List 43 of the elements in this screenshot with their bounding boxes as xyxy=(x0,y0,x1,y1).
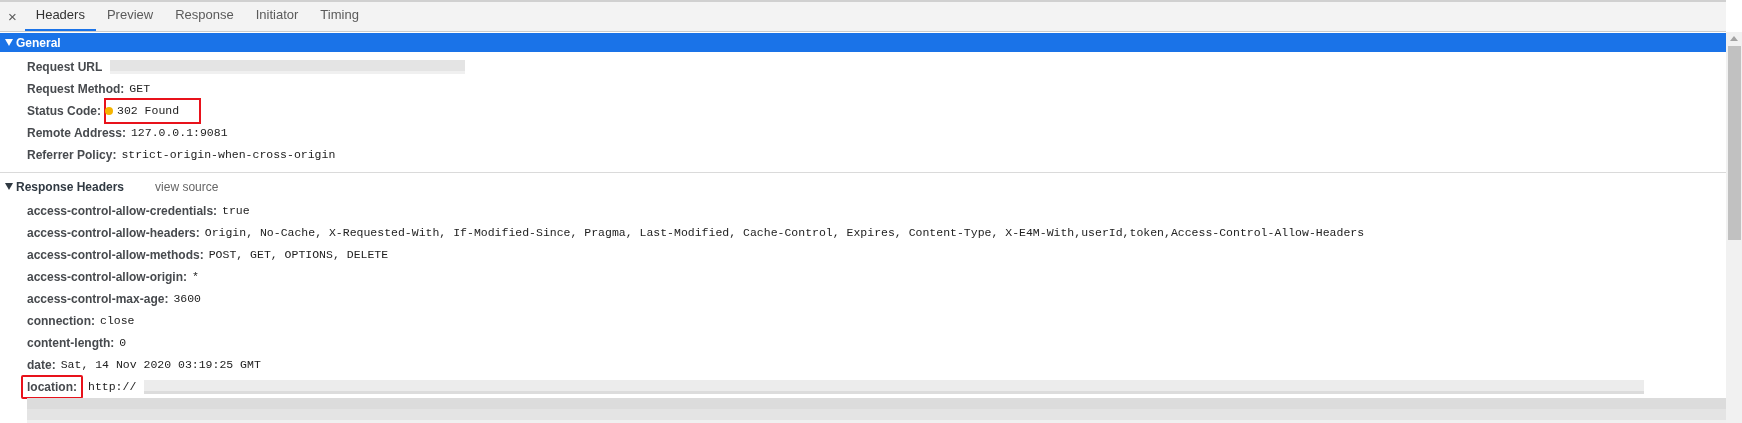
view-source-link[interactable]: view source xyxy=(155,177,219,196)
header-value: close xyxy=(100,313,135,330)
scrollbar[interactable] xyxy=(1726,32,1742,423)
header-name: Status Code: xyxy=(27,103,101,120)
header-value: GET xyxy=(129,81,151,98)
header-name: location: xyxy=(27,379,77,396)
tab[interactable]: Preview xyxy=(95,1,165,31)
header-value: * xyxy=(192,269,199,286)
header-name: content-length: xyxy=(27,335,115,352)
header-name: access-control-allow-credentials: xyxy=(27,203,218,220)
header-value: true xyxy=(222,203,250,220)
header-name: Referrer Policy: xyxy=(27,147,117,164)
section-title: General xyxy=(16,34,61,52)
tab[interactable]: Headers xyxy=(24,1,96,31)
header-value: POST, GET, OPTIONS, DELETE xyxy=(208,247,389,264)
header-name: access-control-allow-methods: xyxy=(27,247,204,264)
tab[interactable]: Response xyxy=(164,1,245,31)
header-value: 0 xyxy=(119,335,127,352)
header-value: 127.0.0.1:9081 xyxy=(130,125,228,142)
scrollbar-thumb[interactable] xyxy=(1727,46,1741,240)
header-name: access-control-max-age: xyxy=(27,291,169,308)
section-header[interactable]: General xyxy=(0,33,1726,52)
header-name: connection: xyxy=(27,313,95,330)
header-name: access-control-allow-headers: xyxy=(27,225,200,242)
header-value: 302 Found xyxy=(117,103,180,120)
header-name: Request Method: xyxy=(27,81,125,98)
scroll-up-icon[interactable] xyxy=(1730,36,1738,41)
section-title: Response Headers xyxy=(16,178,125,196)
header-name: access-control-allow-origin: xyxy=(27,269,188,286)
header-value: strict-origin-when-cross-origin xyxy=(121,147,336,164)
header-name: Remote Address: xyxy=(27,125,126,142)
tab[interactable]: Initiator xyxy=(244,1,310,31)
expanded-triangle-icon xyxy=(5,183,13,190)
header-value: Origin, No-Cache, X-Requested-With, If-Modified-Since, Pragma, Last-Modified, Cache-Control, Expires, Content-Type, X-E4M-With,userId,token,Access-Control-Allow-Headers xyxy=(204,225,1365,242)
tab[interactable]: Timing xyxy=(309,1,370,31)
header-value: Sat, 14 Nov 2020 03:19:25 GMT xyxy=(60,357,261,374)
section-header[interactable]: Response Headers view source xyxy=(0,177,1726,196)
header-name: date: xyxy=(27,357,56,374)
header-name: Request URL xyxy=(27,59,103,76)
expanded-triangle-icon xyxy=(5,39,13,46)
close-button[interactable]: × xyxy=(0,1,25,31)
header-value: http:// xyxy=(88,379,137,396)
header-value: 3600 xyxy=(173,291,201,308)
